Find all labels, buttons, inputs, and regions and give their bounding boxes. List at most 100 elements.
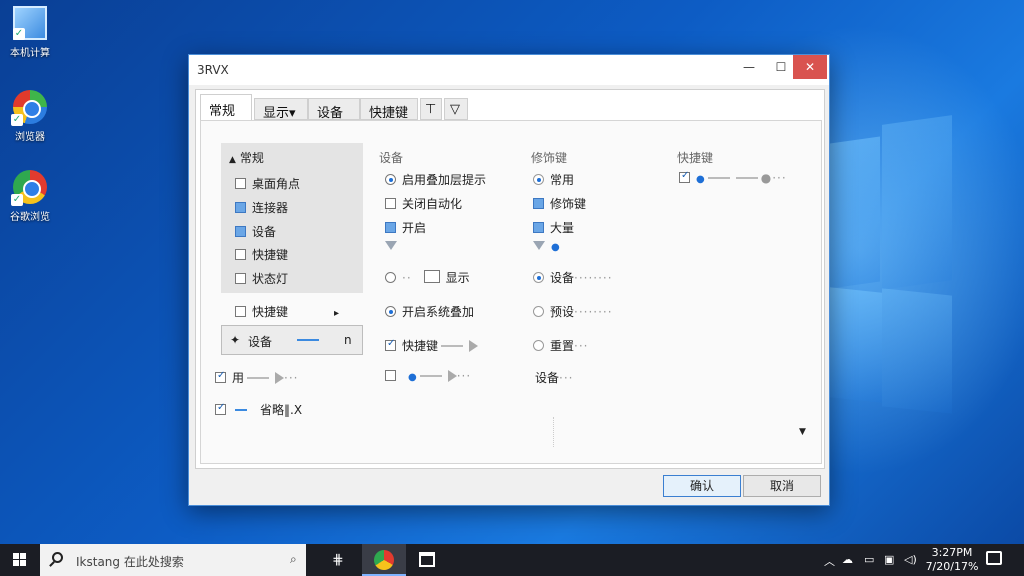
hotkey-slider-row[interactable]: ● ●···	[679, 170, 787, 185]
checkbox[interactable]	[385, 198, 396, 209]
scroll-down-icon[interactable]: ▼	[799, 427, 806, 437]
option-row[interactable]: 修饰键	[533, 195, 586, 212]
checkbox[interactable]	[385, 338, 396, 351]
taskbar-store[interactable]	[406, 544, 450, 576]
desktop-icon-chrome[interactable]: ✓ 谷歌浏览	[4, 170, 56, 223]
option-row[interactable]: 重置···	[533, 337, 588, 354]
tab-hotkeys[interactable]: 快捷键	[360, 98, 418, 121]
slider-track[interactable]	[247, 377, 270, 379]
checkbox[interactable]	[215, 402, 226, 415]
dropdown-arrow-icon[interactable]	[385, 239, 397, 253]
desktop-icon-computer[interactable]: ✓ 本机计算	[4, 6, 56, 59]
option-label: 修饰键	[550, 197, 587, 211]
radio-button[interactable]	[533, 272, 544, 283]
tab-overflow[interactable]: ▽	[444, 98, 468, 120]
option-row[interactable]: 常用	[533, 171, 574, 188]
checkbox[interactable]	[533, 222, 544, 233]
checkbox[interactable]	[235, 202, 246, 213]
dots-icon: ···	[559, 371, 574, 385]
search-icon	[52, 552, 63, 563]
option-label: 预设	[550, 305, 575, 319]
option-row[interactable]: 开启系统叠加	[385, 303, 474, 320]
tree-item-label: 桌面角点	[252, 177, 301, 191]
title-bar[interactable]: 3RVX — ☐ ✕	[189, 55, 829, 85]
tab-devices[interactable]: 设备	[308, 98, 360, 121]
option-row[interactable]: 快捷键	[385, 337, 479, 354]
column-header: 快捷键	[677, 151, 714, 165]
tab-display[interactable]: 显示▾	[254, 98, 308, 121]
chrome-icon: ✓	[11, 170, 47, 206]
window-title: 3RVX	[197, 63, 229, 77]
option-label: 显示	[445, 271, 470, 285]
network-icon[interactable]: ☁	[842, 553, 853, 566]
device-combo[interactable]: ✦ 设备 n	[221, 325, 363, 355]
gear-icon: ✦	[230, 333, 241, 347]
checkbox[interactable]	[235, 178, 246, 189]
option-row[interactable]: 用 ···	[215, 369, 298, 386]
dots-icon: ········	[574, 271, 613, 285]
ok-button[interactable]: 确认	[663, 475, 741, 497]
checkbox[interactable]	[235, 273, 246, 284]
radio-button[interactable]	[385, 272, 396, 283]
slider-track[interactable]	[297, 339, 319, 341]
option-row[interactable]: 预设········	[533, 303, 613, 320]
slider-track[interactable]	[441, 345, 464, 347]
radio-button[interactable]	[533, 174, 544, 185]
option-row[interactable]: ● ···	[385, 369, 471, 383]
notification-icon[interactable]	[986, 551, 1002, 565]
checkbox[interactable]	[235, 306, 246, 317]
option-row[interactable]: 开启	[385, 219, 426, 236]
checkbox[interactable]	[533, 198, 544, 209]
option-row[interactable]: 设备···	[535, 369, 573, 386]
volume-icon[interactable]: ◁)	[904, 553, 917, 566]
desktop-icon-browser[interactable]: ✓ 浏览器	[4, 90, 56, 143]
checkbox[interactable]	[235, 249, 246, 260]
tree-item[interactable]: 快捷键 ▸	[235, 303, 339, 320]
radio-button[interactable]	[533, 340, 544, 351]
option-row[interactable]: 设备········	[533, 269, 613, 286]
slider-track[interactable]	[707, 177, 730, 179]
radio-button[interactable]	[385, 306, 396, 317]
tree-item[interactable]: 连接器	[235, 199, 288, 216]
radio-button[interactable]	[385, 174, 396, 185]
option-row[interactable]: 关闭自动化	[385, 195, 462, 212]
battery-icon[interactable]: ▭	[864, 553, 874, 566]
tree-header[interactable]: ▲ 常规	[229, 149, 264, 166]
slider-track[interactable]	[235, 409, 247, 411]
option-row[interactable]: 省略‖.X	[215, 401, 302, 418]
start-button[interactable]	[0, 544, 40, 576]
option-row[interactable]: ·· 显示	[385, 269, 470, 286]
clock[interactable]: 3:27PM 7/20/17%	[924, 546, 980, 574]
minimize-button[interactable]: —	[733, 55, 765, 79]
tree-item[interactable]: 快捷键	[235, 246, 288, 263]
tree-item[interactable]: 桌面角点	[235, 175, 300, 192]
tab-extra[interactable]: ⊤	[420, 98, 442, 120]
browser-icon: ✓	[11, 90, 47, 126]
taskbar-chrome[interactable]	[362, 544, 406, 576]
checkbox[interactable]	[679, 170, 690, 183]
taskbar-search[interactable]: Ikstang 在此处搜索 ⌕	[40, 544, 306, 576]
slider-track[interactable]	[735, 177, 758, 179]
tray-expand-icon[interactable]: ︿	[824, 553, 835, 569]
checkbox[interactable]	[385, 370, 396, 381]
tree-item[interactable]: 状态灯	[235, 270, 288, 287]
tab-general[interactable]: 常规	[200, 94, 252, 121]
display-icon[interactable]: ▣	[884, 553, 894, 566]
option-row[interactable]: 大量	[533, 219, 574, 236]
checkbox[interactable]	[215, 370, 226, 383]
option-row[interactable]: 启用叠加层提示	[385, 171, 486, 188]
search-placeholder: Ikstang 在此处搜索	[76, 555, 184, 569]
checkbox[interactable]	[235, 226, 246, 237]
cancel-button[interactable]: 取消	[743, 475, 821, 497]
play-icon	[447, 370, 457, 382]
clock-time: 3:27PM	[931, 546, 973, 559]
mic-icon[interactable]: ⌕	[290, 552, 297, 567]
radio-button[interactable]	[533, 306, 544, 317]
dropdown-row[interactable]: ●	[533, 239, 560, 253]
column-header: 修饰键	[531, 151, 568, 165]
task-view-button[interactable]: ⋕	[318, 544, 362, 576]
checkbox[interactable]	[385, 222, 396, 233]
tree-item[interactable]: 设备	[235, 223, 276, 240]
slider-track[interactable]	[419, 375, 442, 377]
close-button[interactable]: ✕	[793, 55, 827, 79]
